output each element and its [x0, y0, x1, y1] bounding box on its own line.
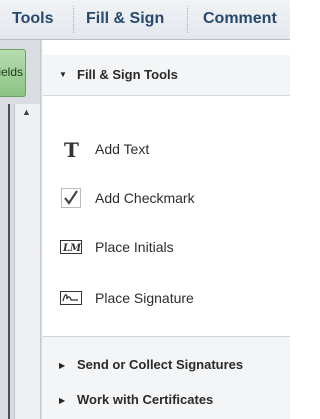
add-text-label: Add Text — [95, 141, 150, 157]
place-signature-tool[interactable]: Place Signature — [43, 283, 290, 313]
work-with-certificates-section[interactable]: ▶ Work with Certificates — [43, 389, 290, 411]
svg-text:T: T — [64, 138, 79, 160]
scroll-up-arrow-icon[interactable]: ▲ — [22, 107, 31, 117]
tab-bar: Tools Fill & Sign Comment — [0, 0, 290, 40]
signature-icon — [60, 287, 82, 309]
fill-sign-panel: ▼ Fill & Sign Tools T Add Text Add Check… — [43, 40, 290, 419]
collapsed-sections: ▶ Send or Collect Signatures ▶ Work with… — [43, 337, 290, 419]
document-edge — [8, 104, 10, 419]
send-or-collect-signatures-label: Send or Collect Signatures — [77, 357, 244, 372]
add-checkmark-tool[interactable]: Add Checkmark — [43, 183, 290, 213]
tab-separator — [187, 6, 188, 33]
place-initials-tool[interactable]: LM Place Initials — [43, 232, 290, 262]
caret-right-icon: ▶ — [59, 361, 66, 370]
place-initials-label: Place Initials — [95, 239, 174, 255]
fields-button[interactable]: Fields — [0, 49, 26, 97]
tab-fill-and-sign[interactable]: Fill & Sign — [86, 0, 164, 39]
fields-button-label: Fields — [0, 65, 23, 79]
fill-sign-tools-header[interactable]: ▼ Fill & Sign Tools — [43, 55, 290, 96]
vertical-scrollbar[interactable] — [14, 104, 40, 419]
add-checkmark-label: Add Checkmark — [95, 190, 195, 206]
svg-text:LM: LM — [62, 243, 82, 254]
initials-icon: LM — [60, 236, 82, 258]
tab-comment[interactable]: Comment — [203, 0, 277, 39]
send-or-collect-signatures-section[interactable]: ▶ Send or Collect Signatures — [43, 354, 290, 376]
caret-down-icon: ▼ — [59, 70, 67, 79]
caret-right-icon: ▶ — [59, 396, 66, 405]
tab-separator — [73, 6, 74, 33]
checkmark-icon — [60, 187, 82, 209]
add-text-tool[interactable]: T Add Text — [43, 134, 290, 164]
text-t-icon: T — [60, 138, 82, 162]
tab-tools[interactable]: Tools — [12, 0, 53, 39]
work-with-certificates-label: Work with Certificates — [77, 392, 214, 407]
fill-sign-tools-header-label: Fill & Sign Tools — [77, 67, 178, 82]
place-signature-label: Place Signature — [95, 290, 194, 306]
